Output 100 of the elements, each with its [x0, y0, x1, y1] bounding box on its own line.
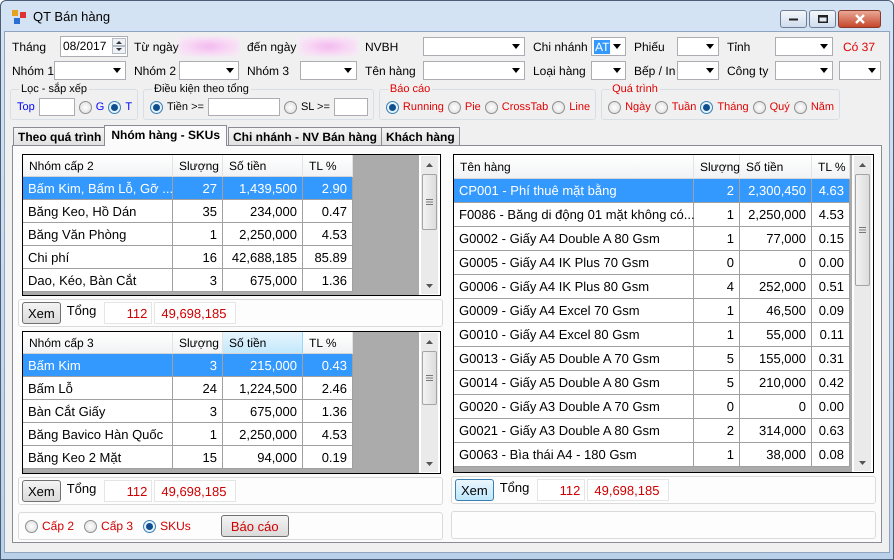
radio-button[interactable]: Line [552, 100, 590, 114]
table-row[interactable]: Bàn Cắt Giấy 3 675,000 1.36 [23, 400, 353, 423]
scrollbar[interactable] [421, 156, 438, 294]
table-cell: 1,439,500 [223, 177, 303, 199]
minimize-button[interactable] [780, 10, 807, 28]
column-header[interactable]: Slượng [173, 155, 223, 177]
table-row[interactable]: G0006 - Giấy A4 IK Plus 80 Gsm 4 252,000 0.51 [454, 275, 850, 299]
table-row[interactable]: Băng Keo, Hồ Dán 35 234,000 0.47 [23, 200, 353, 223]
spin-arrows-icon[interactable] [112, 38, 126, 54]
scroll-thumb[interactable] [855, 174, 870, 286]
input-field[interactable] [334, 98, 368, 116]
table-row[interactable]: Băng Bavico Hàn Quốc 1 2,250,000 4.53 [23, 423, 353, 446]
table-cell: 24 [173, 377, 223, 399]
radio-button[interactable]: Tuần [654, 100, 696, 114]
tab[interactable]: Nhóm hàng - SKUs [104, 125, 227, 146]
table-row[interactable]: G0063 - Bìa thái A4 - 180 Gsm 1 38,000 0.08 [454, 443, 850, 467]
table-cell: 1,224,500 [223, 377, 303, 399]
radio-button[interactable]: Tiền >= [150, 100, 204, 114]
up-arrow-icon[interactable] [426, 340, 433, 344]
dropdown[interactable] [677, 37, 719, 56]
table-row[interactable]: G0021 - Giấy A3 Double A 80 Gsm 2 314,000 0.63 [454, 419, 850, 443]
down-arrow-icon[interactable] [426, 462, 433, 466]
radio-button[interactable]: Running [386, 100, 444, 114]
table-cell: 0.15 [812, 227, 850, 250]
up-arrow-icon[interactable] [859, 162, 866, 166]
table-cell: 27 [173, 177, 223, 199]
column-header[interactable]: Nhóm cấp 2 [23, 155, 173, 177]
column-header[interactable]: TL % [303, 155, 353, 177]
table-cell: 0 [694, 395, 740, 418]
table-cell: 0.31 [812, 347, 850, 370]
input-field[interactable] [38, 98, 75, 116]
blurred-field[interactable] [179, 37, 239, 56]
tab[interactable]: Khách hàng [381, 127, 460, 145]
table-cell: 2 [694, 419, 740, 442]
input-field[interactable] [208, 98, 280, 116]
table-cell: 42,688,185 [223, 246, 303, 268]
table-row[interactable]: Dao, Kéo, Bàn Cắt 3 675,000 1.36 [23, 269, 353, 292]
column-header[interactable]: Slượng [694, 155, 740, 179]
close-button[interactable] [838, 10, 881, 28]
radio-button[interactable]: SKUs [143, 519, 191, 533]
column-header[interactable]: Số tiền [223, 155, 303, 177]
column-header[interactable]: Số tiền [223, 332, 303, 354]
table-row[interactable]: Bấm Lỗ 24 1,224,500 2.46 [23, 377, 353, 400]
table-cell: G0002 - Giấy A4 Double A 80 Gsm [454, 227, 694, 250]
radio-button[interactable]: Quý [752, 100, 790, 114]
table-cell: G0021 - Giấy A3 Double A 80 Gsm [454, 419, 694, 442]
down-arrow-icon[interactable] [859, 460, 866, 464]
scroll-thumb[interactable] [422, 174, 437, 230]
table-row[interactable]: Chi phí 16 42,688,185 85.89 [23, 246, 353, 269]
column-header[interactable]: Số tiền [740, 155, 812, 179]
tab[interactable]: Chi nhánh - NV Bán hàng [228, 127, 382, 145]
radio-button[interactable]: Cấp 3 [84, 519, 134, 533]
radio-button[interactable]: Cấp 2 [25, 519, 74, 533]
table-row[interactable]: G0010 - Giấy A4 Excel 80 Gsm 1 55,000 0.11 [454, 323, 850, 347]
dropdown[interactable] [591, 61, 626, 80]
column-header[interactable]: Nhóm cấp 3 [23, 332, 173, 354]
close-icon [854, 14, 864, 24]
grip-icon [426, 375, 433, 381]
table-cell: 1 [694, 203, 740, 226]
column-header[interactable]: Slượng [173, 332, 223, 354]
table-row[interactable]: G0009 - Giấy A4 Excel 70 Gsm 1 46,500 0.09 [454, 299, 850, 323]
table-cell: 215,000 [223, 354, 303, 376]
radio-button[interactable]: Năm [794, 100, 834, 114]
radio-button[interactable]: CrossTab [484, 100, 548, 114]
down-arrow-icon[interactable] [426, 284, 433, 288]
group-title: Quá trình [611, 83, 659, 95]
blurred-field[interactable] [300, 37, 357, 56]
column-header[interactable]: Tên hàng [454, 155, 694, 179]
view-button[interactable]: Xem [22, 480, 61, 502]
dropdown[interactable] [677, 61, 719, 80]
column-header[interactable]: TL % [812, 155, 850, 179]
maximize-button[interactable] [809, 10, 836, 28]
month-spinner[interactable]: 08/2017 [60, 36, 128, 57]
table-row[interactable]: F0086 - Băng di động 01 mặt không có... 1 2,250,000 4.53 [454, 203, 850, 227]
up-arrow-icon[interactable] [426, 162, 433, 166]
table-cell: Bàn Cắt Giấy [23, 400, 173, 422]
table-row[interactable]: G0020 - Giấy A3 Double A 70 Gsm 0 0 0.00 [454, 395, 850, 419]
scrollbar[interactable] [854, 156, 871, 471]
radio-button[interactable]: Ngày [608, 100, 651, 114]
radio-button[interactable]: Tháng [700, 100, 749, 114]
minimize-icon [789, 18, 798, 20]
report-button[interactable]: Báo cáo [220, 515, 289, 537]
view-button[interactable]: Xem [455, 479, 494, 501]
count-label: Có 37 [842, 40, 876, 54]
table-row[interactable]: Băng Văn Phòng 1 2,250,000 4.53 [23, 223, 353, 246]
table-row[interactable]: Băng Keo 2 Mặt 15 94,000 0.19 [23, 446, 353, 469]
dropdown[interactable] [839, 61, 881, 80]
column-header[interactable]: TL % [303, 332, 353, 354]
view-button[interactable]: Xem [22, 302, 61, 324]
table-row[interactable]: G0002 - Giấy A4 Double A 80 Gsm 1 77,000 0.15 [454, 227, 850, 251]
scrollbar[interactable] [421, 333, 438, 472]
table-cell: Bấm Kim, Bấm Lỗ, Gỡ ... [23, 177, 173, 199]
radio-button[interactable]: Pie [448, 100, 481, 114]
table-row[interactable]: G0005 - Giấy A4 IK Plus 70 Gsm 0 0 0.00 [454, 251, 850, 275]
table-cell: 1 [173, 223, 223, 245]
table-row[interactable]: G0014 - Giấy A5 Double A 80 Gsm 5 210,000 0.42 [454, 371, 850, 395]
scroll-thumb[interactable] [422, 351, 437, 405]
radio-button[interactable]: SL >= [284, 100, 330, 114]
table-row[interactable]: G0013 - Giấy A5 Double A 70 Gsm 5 155,000 0.31 [454, 347, 850, 371]
tab[interactable]: Theo quá trình [13, 127, 106, 145]
